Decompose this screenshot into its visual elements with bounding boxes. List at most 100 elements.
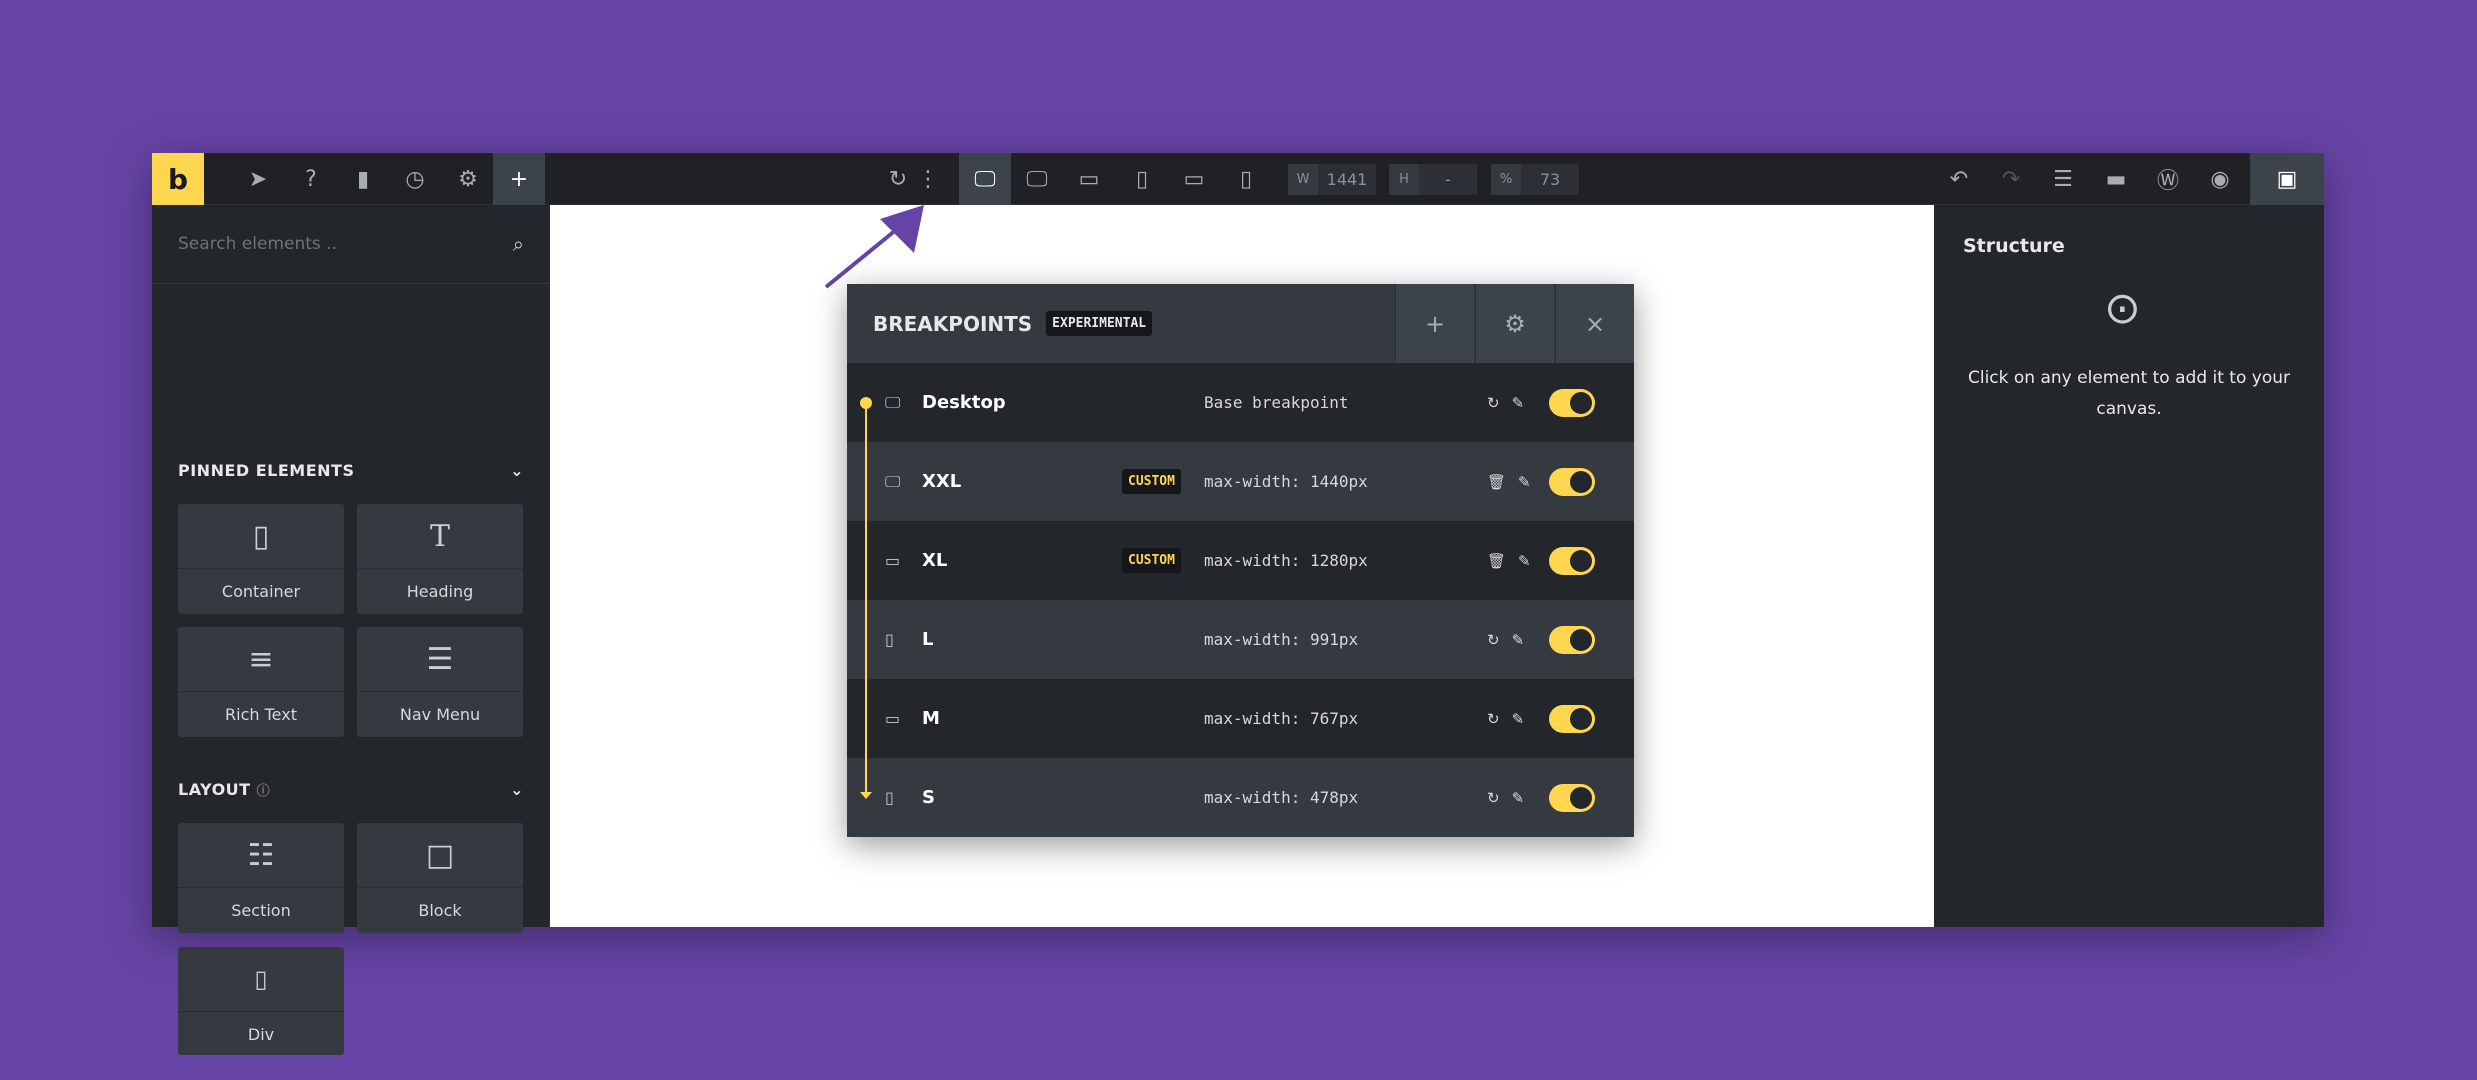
tile-label: Rich Text	[225, 705, 297, 724]
element-div[interactable]: ▯ Div	[178, 947, 344, 1055]
element-rich-text[interactable]: ≡ Rich Text	[178, 627, 344, 737]
layout-header[interactable]: LAYOUT ⓘ ⌄	[178, 780, 524, 799]
element-nav-menu[interactable]: ☰ Nav Menu	[357, 627, 523, 737]
add-breakpoint-button[interactable]: +	[1395, 284, 1474, 363]
structure-title: Structure	[1963, 235, 2065, 257]
breakpoint-toggle[interactable]	[1549, 388, 1595, 417]
reset-icon[interactable]: ↻	[1487, 394, 1500, 412]
help-icon[interactable]: ?	[285, 153, 337, 205]
breakpoint-toggle[interactable]	[1549, 704, 1595, 733]
tile-label: Block	[418, 901, 462, 920]
breakpoint-row: 🖵 XXL CUSTOM max-width: 1440px 🗑 ✎	[847, 442, 1634, 521]
search-input[interactable]: Search elements ..	[178, 234, 513, 254]
settings-icon[interactable]: ⚙	[1475, 284, 1554, 363]
trash-icon[interactable]: 🗑	[1487, 473, 1506, 491]
element-heading[interactable]: T Heading	[357, 504, 523, 614]
pinned-header[interactable]: PINNED ELEMENTS ⌄	[178, 461, 524, 480]
tile-label: Section	[231, 901, 291, 920]
breakpoints-modal: BREAKPOINTS EXPERIMENTAL + ⚙ × 🖵 Desktop…	[847, 284, 1634, 837]
pinned-title: PINNED ELEMENTS	[178, 461, 355, 480]
height-field[interactable]: H-	[1389, 164, 1477, 195]
device-icon: 🖵	[885, 471, 901, 491]
edit-icon[interactable]: ✎	[1512, 789, 1525, 807]
search-elements[interactable]: Search elements .. ⌕	[152, 205, 550, 284]
edit-icon[interactable]: ✎	[1512, 710, 1525, 728]
wordpress-icon[interactable]: Ⓦ	[2142, 153, 2194, 205]
close-button[interactable]: ×	[1555, 284, 1634, 363]
edit-icon[interactable]: ✎	[1518, 473, 1531, 491]
trash-icon[interactable]: 🗑	[1487, 552, 1506, 570]
breakpoint-timeline	[865, 403, 867, 798]
tablet-portrait-icon[interactable]: ▯	[1116, 153, 1168, 205]
zoom-label: %	[1491, 164, 1521, 195]
redo-icon[interactable]: ↷	[1985, 153, 2037, 205]
device-icon: ▭	[885, 709, 901, 728]
laptop-icon[interactable]: ▭	[1063, 153, 1115, 205]
history-icon[interactable]: ◷	[389, 153, 441, 205]
element-section[interactable]: ☷ Section	[178, 823, 344, 933]
element-block[interactable]: □ Block	[357, 823, 523, 933]
top-toolbar: b ➤ ? ▮ ◷ ⚙ + ↻ ⋮ 🖵 🖵 ▭ ▯ ▭ ▯ W 1441 H- %…	[152, 153, 2324, 205]
desktop-icon[interactable]: 🖵	[959, 153, 1011, 205]
reset-icon[interactable]: ↻	[1487, 631, 1500, 649]
heading-icon: T	[357, 504, 523, 569]
breakpoint-value: max-width: 1280px	[1204, 551, 1368, 570]
modal-title: BREAKPOINTS	[873, 311, 1033, 336]
breakpoint-toggle[interactable]	[1549, 467, 1595, 496]
chevron-down-icon[interactable]: ⌄	[510, 461, 524, 480]
width-label: W	[1288, 164, 1318, 195]
breakpoint-toggle[interactable]	[1549, 625, 1595, 654]
page-icon[interactable]: ▮	[337, 153, 389, 205]
mobile-icon[interactable]: ▯	[1220, 153, 1272, 205]
layers-icon[interactable]: ☰	[2037, 153, 2089, 205]
reset-icon[interactable]: ↻	[1487, 789, 1500, 807]
timeline-end-arrow	[860, 792, 872, 799]
breakpoint-name: XXL	[922, 471, 962, 492]
logo[interactable]: b	[152, 153, 204, 205]
block-icon: □	[357, 823, 523, 888]
timeline-start-dot	[860, 397, 872, 409]
search-icon[interactable]: ⌕	[513, 232, 524, 256]
breakpoint-toggle[interactable]	[1549, 783, 1595, 812]
structure-hint: Click on any element to add it to your c…	[1967, 368, 2290, 419]
modal-header: BREAKPOINTS EXPERIMENTAL + ⚙ ×	[847, 284, 1634, 363]
layout-title: LAYOUT	[178, 780, 251, 799]
element-container[interactable]: ▯ Container	[178, 504, 344, 614]
settings-icon[interactable]: ⚙	[442, 153, 494, 205]
breakpoint-name: XL	[922, 550, 948, 571]
width-field[interactable]: W 1441	[1288, 164, 1376, 195]
undo-icon[interactable]: ↶	[1933, 153, 1985, 205]
height-label: H	[1389, 164, 1419, 195]
chevron-down-icon[interactable]: ⌄	[510, 780, 524, 799]
save-icon[interactable]: ▣	[2250, 153, 2324, 205]
info-icon: ⓘ	[256, 784, 271, 799]
breakpoint-row: ▯ S max-width: 478px ↻ ✎	[847, 758, 1634, 837]
breakpoint-toggle[interactable]	[1549, 546, 1595, 575]
zoom-field[interactable]: % 73	[1491, 164, 1579, 195]
cursor-icon[interactable]: ➤	[232, 153, 284, 205]
preview-icon[interactable]: ◉	[2194, 153, 2246, 205]
zoom-value[interactable]: 73	[1521, 170, 1579, 189]
experimental-badge: EXPERIMENTAL	[1046, 311, 1153, 336]
folder-icon[interactable]: ▬	[2090, 153, 2142, 205]
breakpoint-value: max-width: 991px	[1204, 630, 1359, 649]
breakpoint-value: max-width: 767px	[1204, 709, 1359, 728]
breakpoint-row: 🖵 Desktop Base breakpoint ↻ ✎	[847, 363, 1634, 442]
device-icon: ▯	[885, 630, 894, 649]
div-icon: ▯	[178, 947, 344, 1012]
breakpoint-name: M	[922, 708, 940, 729]
edit-icon[interactable]: ✎	[1512, 394, 1525, 412]
breakpoint-row: ▭ M max-width: 767px ↻ ✎	[847, 679, 1634, 758]
height-value[interactable]: -	[1419, 170, 1477, 189]
width-value[interactable]: 1441	[1318, 170, 1376, 189]
desktop-xxl-icon[interactable]: 🖵	[1011, 153, 1063, 205]
breakpoint-name: Desktop	[922, 392, 1006, 413]
add-button[interactable]: +	[493, 153, 545, 205]
edit-icon[interactable]: ✎	[1518, 552, 1531, 570]
edit-icon[interactable]: ✎	[1512, 631, 1525, 649]
reset-icon[interactable]: ↻	[1487, 710, 1500, 728]
device-icon: 🖵	[885, 392, 901, 412]
breakpoint-name: S	[922, 787, 935, 808]
device-icon: ▯	[885, 788, 894, 807]
tablet-landscape-icon[interactable]: ▭	[1168, 153, 1220, 205]
